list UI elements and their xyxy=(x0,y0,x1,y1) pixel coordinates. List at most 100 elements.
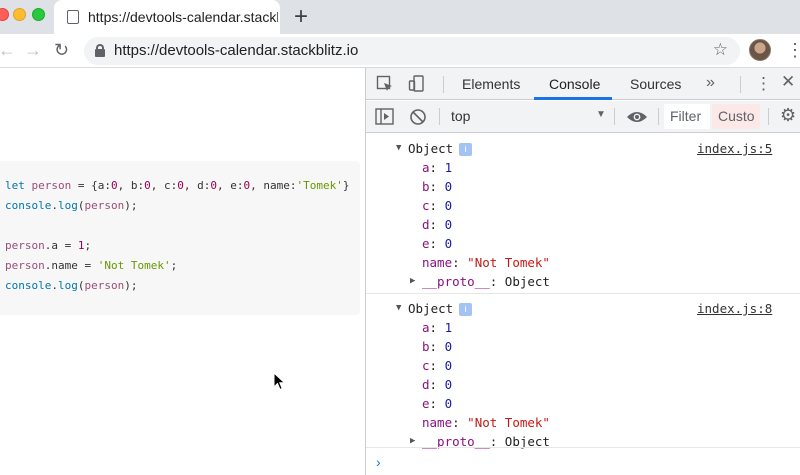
reload-icon[interactable]: ↻ xyxy=(54,38,69,62)
page-viewport: let person = {a:0, b:0, c:0, d:0, e:0, n… xyxy=(0,68,365,475)
property-value: Object xyxy=(504,274,550,289)
mouse-cursor-icon xyxy=(273,372,286,391)
object-property: b: 0 xyxy=(422,179,453,194)
tab-console[interactable]: Console xyxy=(549,76,600,92)
live-expression-eye-icon[interactable] xyxy=(626,110,648,124)
forward-arrow-icon[interactable]: → xyxy=(24,38,42,62)
property-key: name xyxy=(422,255,453,270)
expand-triangle-icon[interactable]: ▼ xyxy=(396,143,401,153)
browser-tab[interactable]: https://devtools-calendar.stackblitz.io xyxy=(54,0,280,34)
console-output: ▼ Object i index.js:5 a: 1 b: 0 c: 0 d: 0 e: 0 na… xyxy=(366,134,800,475)
toolbar-divider xyxy=(740,76,741,93)
source-link[interactable]: index.js:8 xyxy=(697,301,772,316)
info-icon[interactable]: i xyxy=(459,303,473,316)
address-bar[interactable]: https://devtools-calendar.stackblitz.io … xyxy=(84,37,740,65)
toolbar-divider xyxy=(614,108,615,125)
profile-avatar[interactable] xyxy=(749,39,771,61)
property-value: "Not Tomek" xyxy=(467,415,550,430)
devtools-panel: Elements Console Sources » ⋮ ✕ top ▼ Fil… xyxy=(365,68,800,475)
context-selector[interactable]: top xyxy=(451,108,470,124)
toolbar-divider xyxy=(443,76,444,93)
object-property: d: 0 xyxy=(422,217,453,232)
show-sidebar-icon[interactable] xyxy=(375,108,395,126)
tab-strip: https://devtools-calendar.stackblitz.io … xyxy=(0,0,800,34)
property-key: d xyxy=(422,377,430,392)
active-tab-indicator xyxy=(534,97,612,100)
window-close-button[interactable] xyxy=(0,8,9,21)
console-log-entry: ▼ Object i index.js:5 a: 1 b: 0 c: 0 d: 0 e: 0 na… xyxy=(366,134,800,293)
object-preview[interactable]: Object i xyxy=(408,141,473,156)
object-label: Object xyxy=(408,141,454,156)
expand-triangle-icon[interactable]: ▶ xyxy=(410,436,415,446)
object-property: e: 0 xyxy=(422,396,453,411)
back-arrow-icon[interactable]: ← xyxy=(0,38,16,62)
property-key: a xyxy=(422,160,430,175)
prompt-divider xyxy=(366,447,800,448)
console-prompt-input[interactable]: › xyxy=(376,454,381,470)
devtools-tab-bar: Elements Console Sources » ⋮ ✕ xyxy=(366,68,800,100)
tab-title: https://devtools-calendar.stackblitz.io xyxy=(88,9,278,25)
clear-console-icon[interactable] xyxy=(409,108,427,126)
code-line: console.log(person); xyxy=(5,279,138,292)
property-key: b xyxy=(422,179,430,194)
proto-property[interactable]: __proto__: Object xyxy=(422,274,550,289)
code-line: person.a = 1; xyxy=(5,239,92,252)
object-property: a: 1 xyxy=(422,320,453,335)
property-value: 1 xyxy=(444,320,453,335)
property-value: 0 xyxy=(444,377,453,392)
page-favicon-icon xyxy=(67,10,79,24)
console-log-entry: ▼ Object i index.js:8 a: 1 b: 0 c: 0 d: 0 e: 0 na… xyxy=(366,293,800,452)
toolbar-divider xyxy=(658,108,659,125)
filter-input[interactable]: Filter xyxy=(664,104,710,129)
dropdown-arrow-icon[interactable]: ▼ xyxy=(596,109,606,120)
tab-sources[interactable]: Sources xyxy=(630,76,681,92)
property-key: __proto__ xyxy=(422,274,490,289)
device-toolbar-icon[interactable] xyxy=(408,75,426,93)
new-tab-button[interactable]: + xyxy=(294,3,308,31)
browser-menu-icon[interactable]: ⋮ xyxy=(786,39,800,61)
expand-triangle-icon[interactable]: ▼ xyxy=(396,303,401,313)
code-block: let person = {a:0, b:0, c:0, d:0, e:0, n… xyxy=(0,161,360,315)
property-value: 0 xyxy=(444,217,453,232)
object-property: a: 1 xyxy=(422,160,453,175)
url-text[interactable]: https://devtools-calendar.stackblitz.io xyxy=(114,42,358,59)
gear-icon[interactable]: ⚙ xyxy=(780,105,796,126)
property-key: a xyxy=(422,320,430,335)
object-property: e: 0 xyxy=(422,236,453,251)
devtools-menu-icon[interactable]: ⋮ xyxy=(755,74,772,94)
tab-elements[interactable]: Elements xyxy=(462,76,520,92)
code-line: let person = {a:0, b:0, c:0, d:0, e:0, n… xyxy=(5,179,350,192)
property-value: 1 xyxy=(444,160,453,175)
property-value: 0 xyxy=(444,358,453,373)
bookmark-star-icon[interactable]: ☆ xyxy=(713,40,728,60)
object-property: d: 0 xyxy=(422,377,453,392)
property-value: 0 xyxy=(444,236,453,251)
expand-triangle-icon[interactable]: ▶ xyxy=(410,276,415,286)
close-icon[interactable]: ✕ xyxy=(781,72,795,92)
code-line: console.log(person); xyxy=(5,199,138,212)
property-key: c xyxy=(422,358,430,373)
property-key: b xyxy=(422,339,430,354)
code-line: person.name = 'Not Tomek'; xyxy=(5,259,178,272)
log-levels-dropdown[interactable]: Custo xyxy=(712,104,760,129)
property-value: 0 xyxy=(444,179,453,194)
property-value: "Not Tomek" xyxy=(467,255,550,270)
object-property: name: "Not Tomek" xyxy=(422,255,550,270)
object-property: c: 0 xyxy=(422,358,453,373)
toolbar-divider xyxy=(768,108,769,125)
object-property: c: 0 xyxy=(422,198,453,213)
lock-icon xyxy=(95,44,105,57)
property-key: e xyxy=(422,396,430,411)
window-maximize-button[interactable] xyxy=(32,8,45,21)
source-link[interactable]: index.js:5 xyxy=(697,141,772,156)
object-preview[interactable]: Object i xyxy=(408,301,473,316)
property-key: e xyxy=(422,236,430,251)
window-minimize-button[interactable] xyxy=(13,8,26,21)
browser-toolbar: ← → ↻ https://devtools-calendar.stackbli… xyxy=(0,34,800,68)
toolbar-divider xyxy=(439,108,440,125)
property-key: name xyxy=(422,415,453,430)
info-icon[interactable]: i xyxy=(459,143,473,156)
more-tabs-icon[interactable]: » xyxy=(706,74,715,92)
inspect-element-icon[interactable] xyxy=(376,75,394,93)
object-property: name: "Not Tomek" xyxy=(422,415,550,430)
